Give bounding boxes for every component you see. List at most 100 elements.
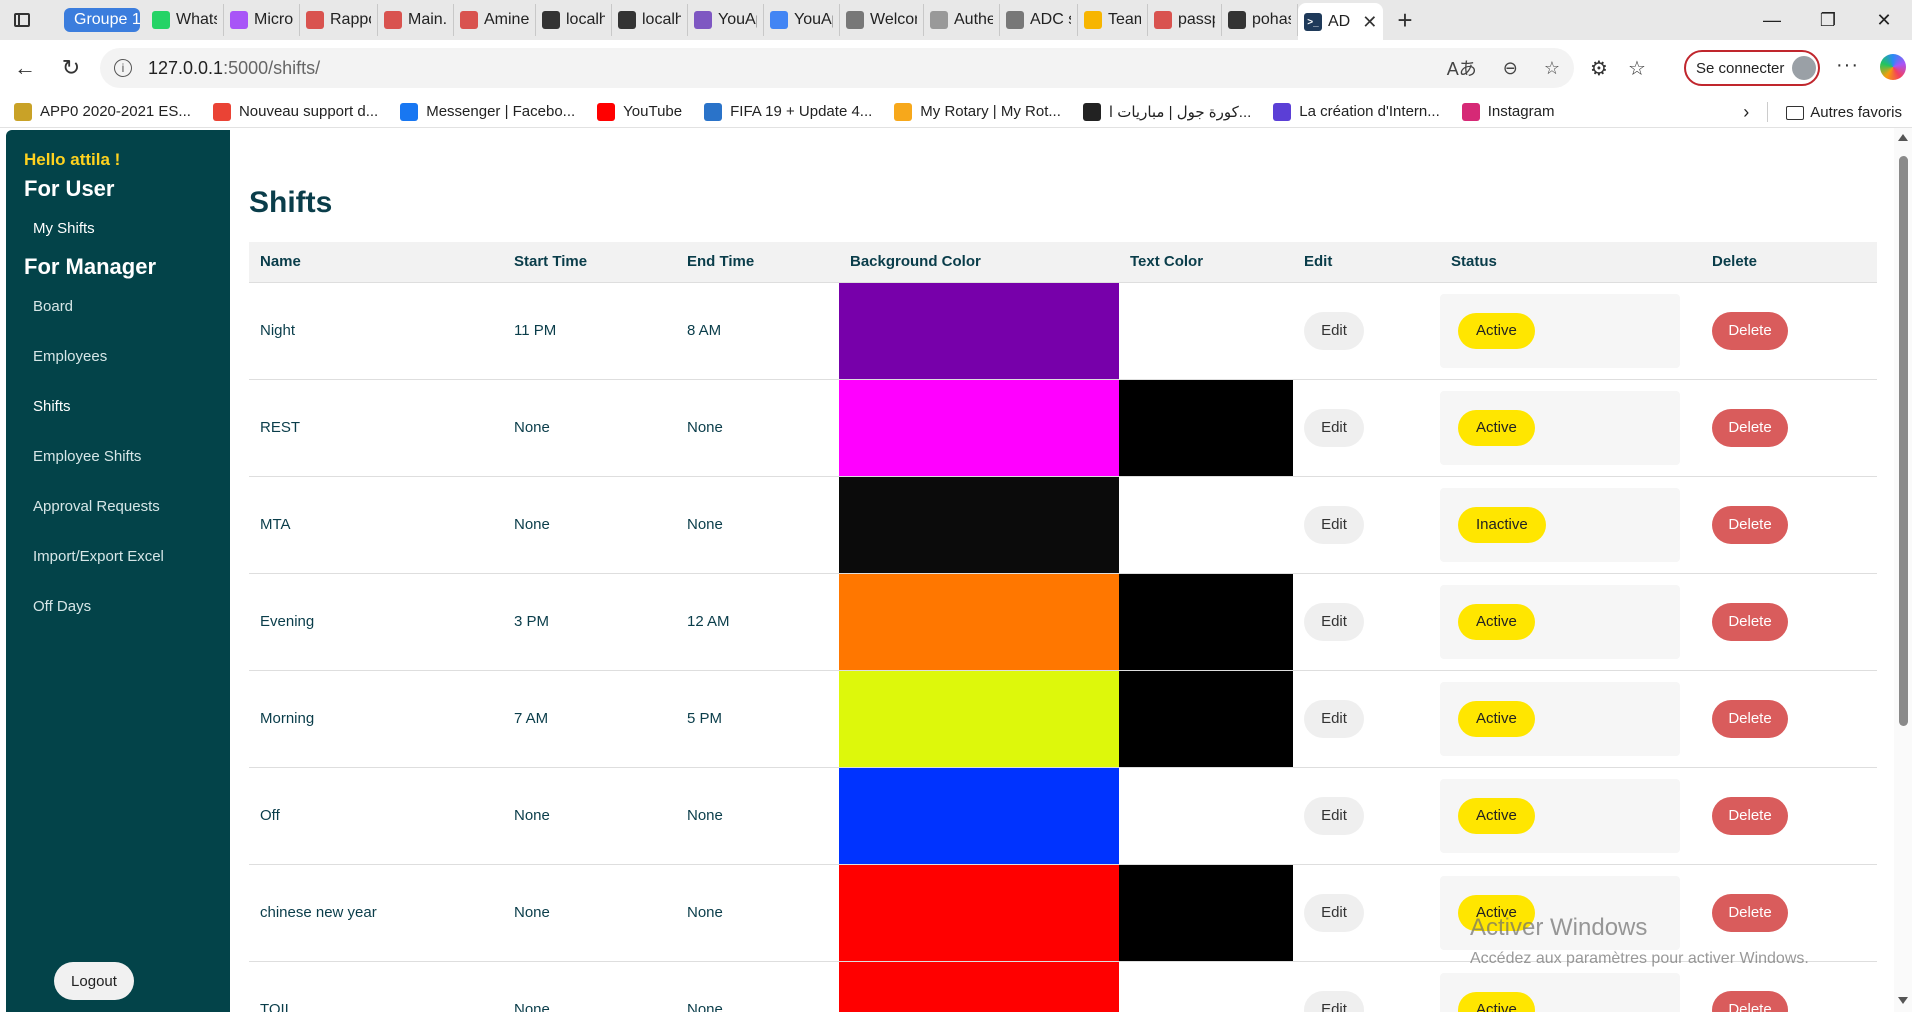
back-icon[interactable]: ← bbox=[2, 48, 48, 88]
shift-start-time: None bbox=[503, 378, 676, 476]
close-tab-icon[interactable]: ✕ bbox=[1362, 12, 1377, 33]
browser-tab[interactable]: pohasa bbox=[1222, 4, 1298, 36]
delete-button[interactable]: Delete bbox=[1712, 699, 1788, 738]
scroll-thumb[interactable] bbox=[1899, 156, 1908, 726]
reload-icon[interactable]: ↻ bbox=[48, 48, 94, 88]
scroll-down-icon[interactable] bbox=[1898, 997, 1908, 1004]
edit-button[interactable]: Edit bbox=[1304, 990, 1364, 1012]
shift-start-time: 3 PM bbox=[503, 572, 676, 670]
status-container: Active bbox=[1440, 778, 1680, 853]
logout-button[interactable]: Logout bbox=[54, 962, 134, 1000]
close-window-icon[interactable]: ✕ bbox=[1856, 0, 1912, 40]
browser-tab[interactable]: Welcome bbox=[840, 4, 924, 36]
sidebar-item-employee-shifts[interactable]: Employee Shifts bbox=[33, 448, 141, 465]
browser-tab[interactable]: Microsoft bbox=[224, 4, 300, 36]
shift-end-time: 5 PM bbox=[676, 669, 839, 767]
browser-tab[interactable]: TeamCi bbox=[1078, 4, 1148, 36]
sidebar-item-off-days[interactable]: Off Days bbox=[33, 598, 91, 615]
bookmark-item[interactable]: كورة جول | مباريات ا... bbox=[1082, 102, 1251, 121]
globe-icon bbox=[846, 11, 864, 29]
favorites-icon[interactable]: ☆ bbox=[1628, 56, 1646, 81]
bookmark-item[interactable]: Messenger | Facebo... bbox=[400, 102, 575, 121]
edit-button[interactable]: Edit bbox=[1304, 311, 1364, 350]
status-toggle-button[interactable]: Active bbox=[1458, 797, 1535, 834]
zoom-icon[interactable]: ⊖ bbox=[1503, 58, 1518, 79]
signin-button[interactable]: Se connecter bbox=[1684, 50, 1820, 86]
browser-tab[interactable]: localhost bbox=[612, 4, 688, 36]
browser-tab[interactable]: YouApp bbox=[764, 4, 840, 36]
restore-icon[interactable]: ❐ bbox=[1800, 0, 1856, 40]
bookmark-item[interactable]: FIFA 19 + Update 4... bbox=[704, 102, 872, 121]
rotary-icon bbox=[894, 102, 913, 121]
tab-active[interactable]: >_ AD ✕ bbox=[1298, 3, 1384, 41]
browser-tab[interactable]: Rapport bbox=[300, 4, 378, 36]
shift-end-time: None bbox=[676, 475, 839, 573]
bookmark-item[interactable]: Nouveau support d... bbox=[212, 102, 378, 121]
bookmark-item[interactable]: APP0 2020-2021 ES... bbox=[14, 102, 191, 121]
edit-button[interactable]: Edit bbox=[1304, 408, 1364, 447]
edit-cell: Edit bbox=[1293, 281, 1440, 379]
shift-end-time: None bbox=[676, 960, 839, 1012]
browser-tab[interactable]: Amine_ bbox=[454, 4, 536, 36]
delete-button[interactable]: Delete bbox=[1712, 311, 1788, 350]
bookmarks-overflow-icon[interactable]: › bbox=[1743, 102, 1749, 123]
status-toggle-button[interactable]: Active bbox=[1458, 700, 1535, 737]
browser-tab[interactable]: localhost bbox=[536, 4, 612, 36]
browser-tab[interactable]: WhatsApp bbox=[146, 4, 224, 36]
delete-button[interactable]: Delete bbox=[1712, 602, 1788, 641]
table-row: REST None None Edit Active Delete bbox=[249, 378, 1877, 476]
read-aloud-icon[interactable]: Aあ bbox=[1447, 55, 1477, 81]
browser-tab[interactable]: Main.pdf bbox=[378, 4, 454, 36]
sidebar-item-import-export-excel[interactable]: Import/Export Excel bbox=[33, 548, 164, 565]
minimize-icon[interactable]: — bbox=[1744, 0, 1800, 40]
new-tab-button[interactable]: + bbox=[1383, 5, 1426, 36]
table-row: Morning 7 AM 5 PM Edit Active Delete bbox=[249, 669, 1877, 767]
tab-actions-icon[interactable] bbox=[0, 0, 44, 40]
extensions-icon[interactable]: ⚙ bbox=[1590, 56, 1608, 81]
edit-button[interactable]: Edit bbox=[1304, 699, 1364, 738]
delete-button[interactable]: Delete bbox=[1712, 990, 1788, 1012]
status-toggle-button[interactable]: Active bbox=[1458, 991, 1535, 1012]
site-info-icon[interactable]: i bbox=[114, 59, 132, 77]
browser-tab[interactable]: Authent bbox=[924, 4, 1000, 36]
delete-button[interactable]: Delete bbox=[1712, 408, 1788, 447]
browser-tab[interactable]: YouApp bbox=[688, 4, 764, 36]
delete-button[interactable]: Delete bbox=[1712, 796, 1788, 835]
status-toggle-button[interactable]: Inactive bbox=[1458, 506, 1546, 543]
url-text[interactable]: 127.0.0.1:5000/shifts/ bbox=[148, 58, 320, 79]
manager-section-heading: For Manager bbox=[24, 254, 157, 279]
sidebar-item-approval-requests[interactable]: Approval Requests bbox=[33, 498, 160, 515]
copilot-icon[interactable] bbox=[1880, 54, 1906, 80]
sidebar-item-employees[interactable]: Employees bbox=[33, 348, 107, 365]
bookmark-item[interactable]: YouTube bbox=[597, 102, 682, 121]
sidebar-item-my-shifts[interactable]: My Shifts bbox=[33, 220, 95, 237]
bookmark-item[interactable]: La création d'Intern... bbox=[1273, 102, 1440, 121]
edit-button[interactable]: Edit bbox=[1304, 505, 1364, 544]
page-scrollbar[interactable] bbox=[1894, 128, 1912, 1012]
other-favorites[interactable]: Autres favoris bbox=[1786, 104, 1902, 121]
shift-end-time: None bbox=[676, 378, 839, 476]
status-toggle-button[interactable]: Active bbox=[1458, 409, 1535, 446]
favorite-star-icon[interactable]: ☆ bbox=[1544, 58, 1560, 79]
sidebar-item-shifts[interactable]: Shifts bbox=[33, 398, 71, 415]
bookmark-item[interactable]: My Rotary | My Rot... bbox=[894, 102, 1061, 121]
address-bar[interactable]: i 127.0.0.1:5000/shifts/ Aあ ⊖ ☆ bbox=[100, 48, 1574, 88]
scroll-up-icon[interactable] bbox=[1898, 134, 1908, 141]
browser-tab[interactable]: passpo bbox=[1148, 4, 1222, 36]
more-menu-icon[interactable]: ··· bbox=[1836, 54, 1859, 77]
column-header-name: Name bbox=[249, 242, 503, 282]
delete-cell: Delete bbox=[1701, 572, 1877, 670]
status-toggle-button[interactable]: Active bbox=[1458, 312, 1535, 349]
status-toggle-button[interactable]: Active bbox=[1458, 603, 1535, 640]
bookmark-item[interactable]: Instagram bbox=[1461, 102, 1554, 121]
tab-group-chip[interactable]: Groupe 1 bbox=[64, 8, 140, 32]
browser-tab[interactable]: ADC sh bbox=[1000, 4, 1078, 36]
facebook-icon bbox=[400, 102, 419, 121]
edit-button[interactable]: Edit bbox=[1304, 893, 1364, 932]
delete-button[interactable]: Delete bbox=[1712, 505, 1788, 544]
edit-button[interactable]: Edit bbox=[1304, 796, 1364, 835]
column-header-status: Status bbox=[1440, 242, 1701, 282]
edit-cell: Edit bbox=[1293, 669, 1440, 767]
edit-button[interactable]: Edit bbox=[1304, 602, 1364, 641]
sidebar-item-board[interactable]: Board bbox=[33, 298, 73, 315]
